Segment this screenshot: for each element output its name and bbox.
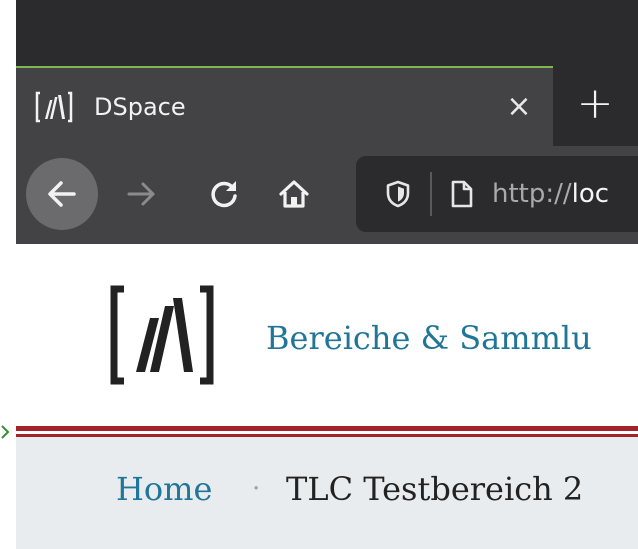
reload-button[interactable] (198, 168, 250, 220)
url-divider (430, 172, 432, 216)
browser-window: DSpace × + http://loc Bereiche & Sammlu … (16, 0, 638, 549)
url-host: loc (571, 179, 610, 209)
nav-communities-collections-link[interactable]: Bereiche & Sammlu (266, 316, 592, 360)
focus-marker-icon (1, 425, 10, 439)
site-info-button[interactable] (438, 170, 486, 218)
breadcrumb-home-link[interactable]: Home (116, 467, 212, 511)
back-button[interactable] (26, 158, 98, 230)
breadcrumb-current: TLC Testbereich 2 (286, 470, 584, 508)
close-tab-icon[interactable]: × (502, 90, 536, 124)
home-icon (279, 180, 309, 208)
tab-title: DSpace (94, 93, 186, 121)
arrow-left-icon (48, 181, 76, 207)
home-button[interactable] (268, 168, 320, 220)
breadcrumb-separator: · (252, 474, 261, 504)
url-scheme: http:// (492, 179, 572, 209)
desktop-edge (0, 0, 16, 549)
web-page: Bereiche & Sammlu Home · TLC Testbereich… (16, 244, 638, 549)
new-tab-button[interactable]: + (572, 82, 618, 128)
navigation-toolbar: http://loc (16, 146, 638, 244)
dspace-logo-icon[interactable] (110, 284, 214, 386)
breadcrumb: Home · TLC Testbereich 2 (16, 437, 638, 549)
forward-button[interactable] (116, 168, 168, 220)
tab-dspace[interactable]: DSpace × (16, 66, 553, 146)
arrow-right-icon (127, 182, 155, 206)
url-bar[interactable]: http://loc (356, 156, 638, 232)
tracking-protection-button[interactable] (374, 170, 422, 218)
page-icon (451, 180, 473, 208)
url-text[interactable]: http://loc (492, 174, 609, 214)
tab-strip: DSpace × + (16, 66, 638, 146)
dspace-logo-icon (35, 91, 73, 123)
shield-icon (386, 180, 410, 208)
reload-icon (211, 181, 237, 208)
title-bar (16, 0, 638, 68)
